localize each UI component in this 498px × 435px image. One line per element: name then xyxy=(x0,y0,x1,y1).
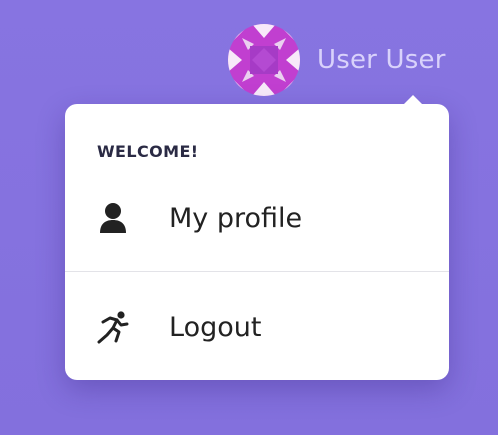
user-dropdown-menu: WELCOME! My profile Logout xyxy=(65,95,449,380)
user-menu-toggle[interactable]: User User xyxy=(228,24,446,96)
menu-divider xyxy=(65,271,449,272)
running-person-icon xyxy=(95,309,131,345)
avatar[interactable] xyxy=(228,24,300,96)
menu-item-label: My profile xyxy=(169,202,303,234)
user-icon xyxy=(95,200,131,236)
dropdown-arrow xyxy=(403,95,423,105)
menu-header: WELCOME! xyxy=(97,142,199,161)
menu-item-my-profile[interactable]: My profile xyxy=(65,190,449,246)
menu-item-logout[interactable]: Logout xyxy=(65,299,449,355)
menu-item-label: Logout xyxy=(169,311,262,343)
user-name[interactable]: User User xyxy=(317,45,446,75)
